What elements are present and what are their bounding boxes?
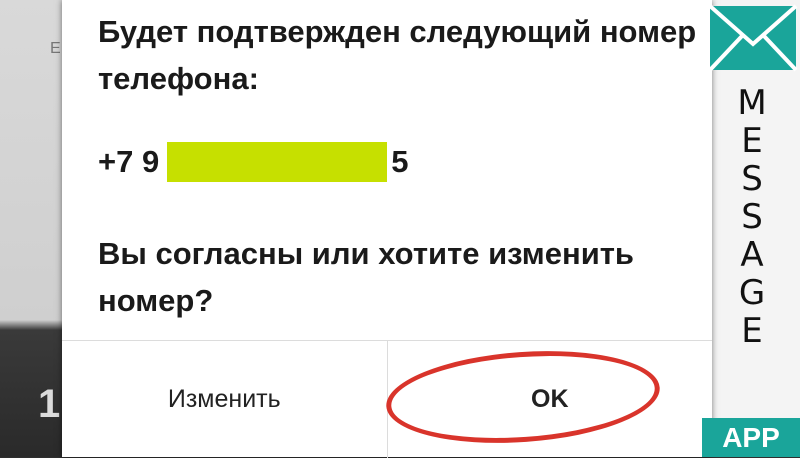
logo-letter: S — [741, 159, 763, 199]
phone-suffix: 5 — [391, 144, 409, 179]
phone-number: +7 9 5 — [98, 140, 408, 184]
envelope-icon — [708, 4, 798, 72]
phone-redaction-mask — [167, 142, 388, 182]
dialog-question: Вы согласны или хотите изменить номер? — [98, 236, 634, 318]
logo-vertical-text: M E S S A G E — [728, 84, 776, 350]
logo-letter: G — [738, 273, 766, 313]
background-left-panel: E 1 — [0, 0, 62, 457]
background-edge-letter: E — [50, 40, 61, 57]
logo-letter: E — [741, 311, 763, 351]
message-app-logo: M E S S A G E APP — [702, 0, 800, 457]
change-button[interactable]: Изменить — [62, 341, 388, 458]
background-digit: 1 — [38, 382, 61, 426]
logo-letter: M — [737, 83, 767, 123]
logo-letter: S — [741, 197, 763, 237]
dialog-message: Будет подтвержден следующий номер телефо… — [98, 14, 697, 96]
app-badge: APP — [702, 418, 800, 457]
logo-letter: E — [741, 121, 763, 161]
logo-letter: A — [740, 235, 764, 275]
phone-prefix: +7 9 — [98, 144, 160, 179]
